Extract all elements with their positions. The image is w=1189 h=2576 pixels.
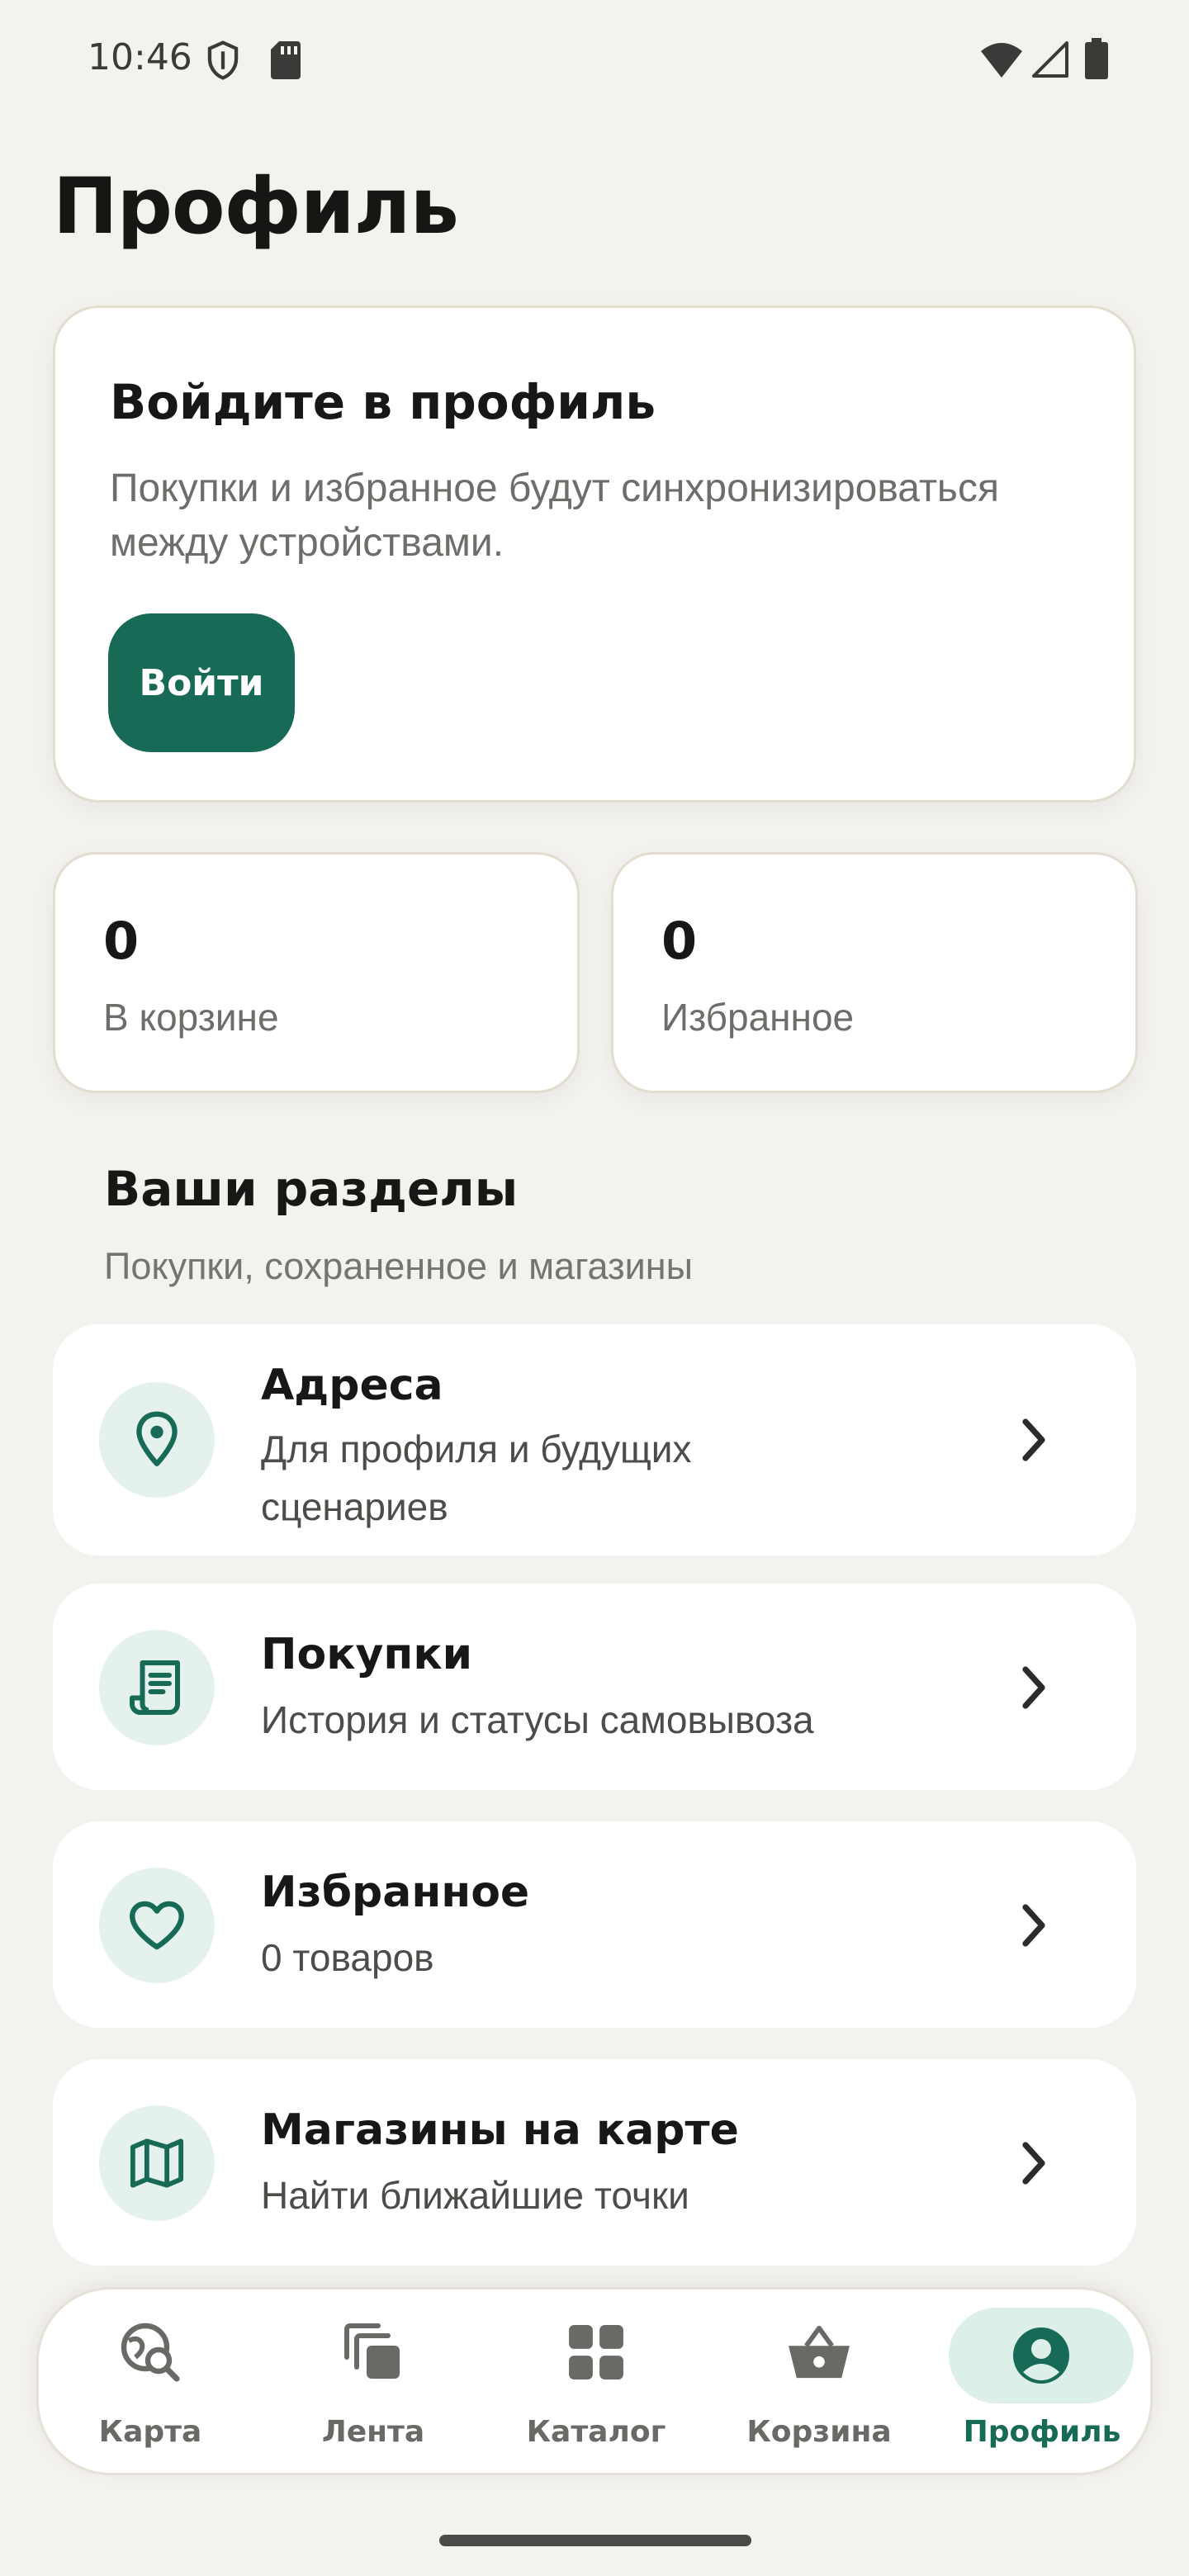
list-item-title: Адреса: [261, 1361, 443, 1410]
chevron-right-icon: [1022, 2142, 1045, 2185]
section-subtitle: Покупки, сохраненное и магазины: [104, 1245, 693, 1287]
grid-icon: [569, 2325, 623, 2379]
nav-item-cart[interactable]: Корзина: [708, 2290, 931, 2478]
login-card: Войдите в профиль Покупки и избранное бу…: [53, 305, 1136, 803]
feed-icon: [344, 2323, 400, 2379]
chevron-right-icon: [1022, 1418, 1045, 1461]
nav-label: Лента: [321, 2415, 425, 2449]
page-title: Профиль: [53, 162, 459, 252]
favorites-label: Избранное: [661, 996, 855, 1039]
login-card-description: Покупки и избранное будут синхронизирова…: [110, 466, 999, 565]
item-icon-wrap: [99, 1630, 215, 1745]
basket-icon: [789, 2325, 850, 2379]
nav-label: Каталог: [526, 2415, 666, 2449]
section-title: Ваши разделы: [104, 1161, 519, 1217]
nav-icon-wrap: [324, 2319, 423, 2385]
list-item-subtitle: История и статусы самовывоза: [261, 1698, 814, 1741]
battery-icon: [1085, 38, 1108, 79]
list-item-favorites[interactable]: Избранное 0 товаров: [53, 1821, 1136, 2028]
list-item-subtitle: Найти ближайшие точки: [261, 2174, 689, 2217]
map-search-icon: [121, 2323, 180, 2382]
cart-stat-card[interactable]: 0 В корзине: [53, 852, 580, 1093]
list-item-addresses[interactable]: Адреса Для профиля и будущих сценариев: [53, 1324, 1136, 1556]
location-pin-icon: [136, 1411, 178, 1466]
status-time: 10:46: [88, 36, 192, 78]
heart-icon: [130, 1901, 184, 1950]
item-icon-wrap: [99, 1868, 215, 1983]
list-item-subtitle: 0 товаров: [261, 1936, 434, 1979]
home-indicator[interactable]: [439, 2535, 751, 2546]
nav-label: Профиль: [963, 2415, 1121, 2449]
list-item-subtitle: Для профиля и будущих сценариев: [261, 1428, 692, 1528]
nav-item-profile[interactable]: Профиль: [931, 2290, 1153, 2478]
sd-card-icon: [271, 41, 301, 79]
cellular-signal-icon: [1032, 41, 1068, 78]
status-bar: 10:46: [0, 0, 1189, 116]
shield-icon: [207, 40, 239, 80]
nav-label: Карта: [98, 2415, 202, 2449]
list-item-title: Избранное: [261, 1868, 530, 1917]
item-icon-wrap: [99, 1382, 215, 1498]
profile-icon: [1013, 2327, 1069, 2384]
list-item-title: Магазины на карте: [261, 2105, 739, 2155]
login-card-title: Войдите в профиль: [110, 374, 656, 430]
chevron-right-icon: [1022, 1904, 1045, 1947]
list-item-stores-map[interactable]: Магазины на карте Найти ближайшие точки: [53, 2059, 1136, 2266]
nav-icon-wrap: [547, 2319, 646, 2385]
wifi-icon: [981, 43, 1022, 78]
nav-item-catalog[interactable]: Каталог: [485, 2290, 708, 2478]
list-item-title: Покупки: [261, 1630, 473, 1679]
nav-icon-wrap: [101, 2319, 200, 2385]
bottom-nav: Карта Лента Каталог Корзина Профиль: [36, 2287, 1153, 2475]
favorites-stat-card[interactable]: 0 Избранное: [611, 852, 1138, 1093]
login-button[interactable]: Войти: [108, 613, 295, 752]
favorites-count: 0: [661, 911, 698, 971]
cart-label: В корзине: [103, 996, 279, 1039]
cart-count: 0: [103, 911, 140, 971]
nav-item-feed[interactable]: Лента: [262, 2290, 485, 2478]
item-icon-wrap: [99, 2105, 215, 2221]
list-item-purchases[interactable]: Покупки История и статусы самовывоза: [53, 1584, 1136, 1790]
map-icon: [130, 2138, 184, 2188]
receipt-icon: [130, 1660, 180, 1715]
nav-icon-wrap: [949, 2308, 1134, 2403]
nav-item-map[interactable]: Карта: [39, 2290, 262, 2478]
chevron-right-icon: [1022, 1666, 1045, 1709]
nav-icon-wrap: [770, 2319, 869, 2385]
nav-label: Корзина: [746, 2415, 892, 2449]
